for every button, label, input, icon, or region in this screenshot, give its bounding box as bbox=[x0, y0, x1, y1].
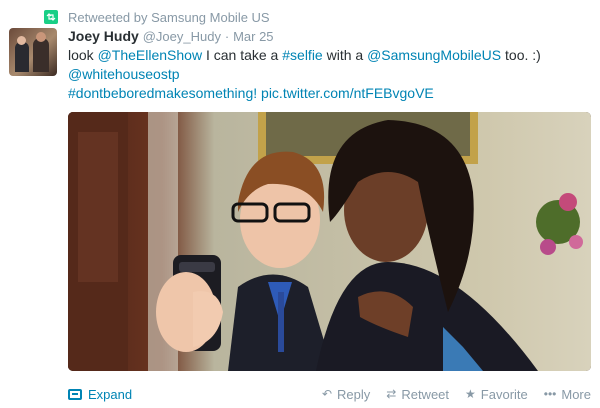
mention-link[interactable]: @SamsungMobileUS bbox=[367, 47, 501, 63]
expand-icon bbox=[68, 388, 82, 400]
text-segment: look bbox=[68, 47, 98, 63]
mention-link[interactable]: @TheEllenShow bbox=[98, 47, 203, 63]
reply-icon: ↶ bbox=[321, 387, 333, 401]
tweet-header: Joey Hudy @Joey_Hudy · Mar 25 bbox=[68, 28, 274, 44]
timestamp[interactable]: Mar 25 bbox=[233, 29, 273, 44]
retweet-button[interactable]: ⇄ Retweet bbox=[386, 387, 449, 402]
favorite-label: Favorite bbox=[480, 386, 528, 402]
fullname[interactable]: Joey Hudy bbox=[68, 28, 139, 44]
mention-link[interactable]: @whitehouseostp bbox=[68, 66, 180, 82]
retweet-icon bbox=[44, 10, 58, 24]
retweet-label: Retweet bbox=[401, 386, 450, 402]
separator: · bbox=[224, 29, 230, 44]
reply-label: Reply bbox=[337, 386, 371, 402]
reply-button[interactable]: ↶ Reply bbox=[322, 387, 370, 402]
retweeted-by-label[interactable]: Retweeted by Samsung Mobile US bbox=[68, 10, 270, 25]
favorite-star-icon: ★ bbox=[465, 387, 476, 401]
username[interactable]: @Joey_Hudy bbox=[143, 29, 221, 44]
selfie-photo-image bbox=[68, 112, 591, 371]
avatar[interactable] bbox=[9, 28, 57, 76]
tweet-actions: ↶ Reply ⇄ Retweet ★ Favorite ••• More bbox=[306, 387, 591, 402]
tweet-line-3: #dontbeboredmakesomething! pic.twitter.c… bbox=[68, 84, 588, 103]
more-button[interactable]: ••• More bbox=[544, 387, 591, 402]
retweet-action-icon: ⇄ bbox=[386, 387, 397, 401]
tweet-footer: Expand ↶ Reply ⇄ Retweet ★ Favorite ••• … bbox=[68, 385, 591, 403]
favorite-button[interactable]: ★ Favorite bbox=[465, 387, 528, 402]
hashtag-link[interactable]: #dontbeboredmakesomething! bbox=[68, 85, 257, 101]
tweet-photo[interactable] bbox=[68, 112, 591, 371]
tweet-line-1: look @TheEllenShow I can take a #selfie … bbox=[68, 46, 588, 65]
more-label: More bbox=[561, 386, 591, 402]
text-segment: with a bbox=[322, 47, 368, 63]
tweet-line-2: @whitehouseostp bbox=[68, 65, 588, 84]
tweet-text: look @TheEllenShow I can take a #selfie … bbox=[68, 46, 588, 103]
retweet-context: Retweeted by Samsung Mobile US bbox=[44, 8, 270, 26]
more-dots-icon: ••• bbox=[543, 387, 557, 401]
hashtag-link[interactable]: #selfie bbox=[282, 47, 322, 63]
expand-button[interactable]: Expand bbox=[68, 387, 132, 402]
text-segment: I can take a bbox=[202, 47, 283, 63]
expand-label: Expand bbox=[88, 386, 133, 402]
text-segment: too. :) bbox=[501, 47, 541, 63]
pic-link[interactable]: pic.twitter.com/ntFEBvgoVE bbox=[261, 85, 434, 101]
